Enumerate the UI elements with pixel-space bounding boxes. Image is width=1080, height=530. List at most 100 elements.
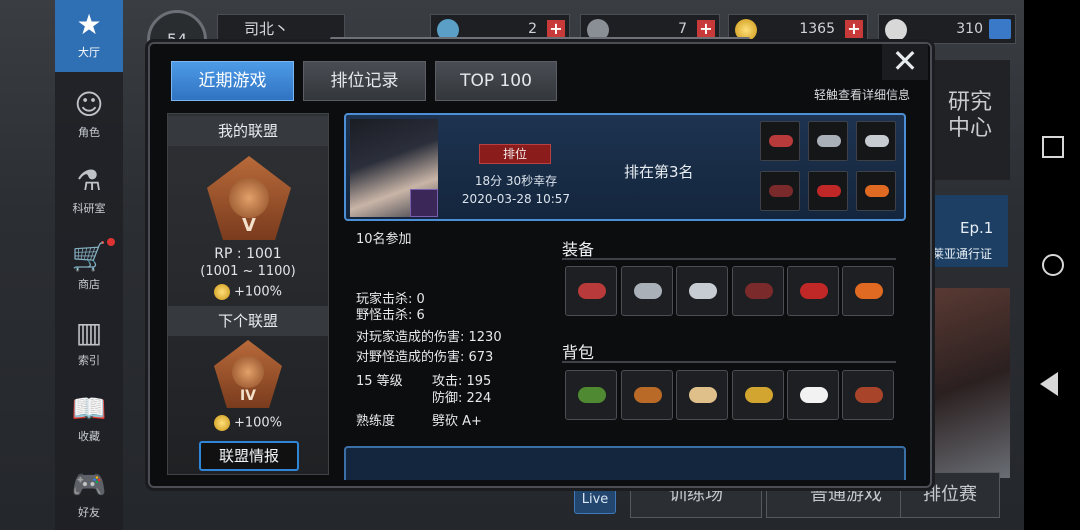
nav-label: 收藏 xyxy=(78,430,100,443)
game-screen: 研究 中心 Ep.1 莱亚通行证 训练场 普通游戏 排位赛 Live ★ 大厅 … xyxy=(0,0,1080,530)
research-center-card[interactable]: 研究 中心 xyxy=(930,60,1010,180)
nav-shop[interactable]: 🛒 商店 xyxy=(55,232,123,304)
tab-ranked-records[interactable]: 排位记录 xyxy=(303,61,426,101)
player-damage: 对玩家造成的伤害: 1230 xyxy=(356,330,502,345)
defense: 防御: 224 xyxy=(432,391,492,406)
gauntlet-icon xyxy=(760,171,800,211)
nav-label: 大厅 xyxy=(78,46,100,59)
match-card[interactable]: 排位 18分 30秒幸存 2020-03-28 10:57 排在第3名 xyxy=(344,113,906,221)
match-detail: 10名参加 玩家击杀: 0 野怪击杀: 6 对玩家造成的伤害: 1230 对野怪… xyxy=(344,224,906,438)
my-league-title: 我的联盟 xyxy=(168,116,328,146)
next-rank-numeral: IV xyxy=(239,388,257,404)
left-nav: ★ 大厅 ☺ 角色 ⚗ 科研室 🛒 商店 ▥ 索引 📖 收藏 🎮 好友 xyxy=(55,0,123,530)
ranked-tag: 排位 xyxy=(479,144,551,164)
bp-resource[interactable]: 310 xyxy=(878,14,1016,44)
crab-icon[interactable] xyxy=(842,370,894,420)
boots-icon[interactable] xyxy=(787,266,839,316)
armor-icon xyxy=(856,121,896,161)
nav-lab[interactable]: ⚗ 科研室 xyxy=(55,156,123,228)
nav-friends[interactable]: 🎮 好友 xyxy=(55,460,123,530)
lion-icon xyxy=(232,356,264,388)
medkit-icon[interactable] xyxy=(787,370,839,420)
dish-icon[interactable] xyxy=(676,370,728,420)
nav-label: 索引 xyxy=(78,354,100,367)
book-icon xyxy=(989,19,1011,39)
system-nav xyxy=(1024,0,1080,530)
divider xyxy=(562,258,896,260)
recents-icon[interactable] xyxy=(1042,136,1064,158)
survival-time: 18分 30秒幸存 xyxy=(474,174,558,188)
monster-kills: 野怪击杀: 6 xyxy=(356,308,425,323)
add-icon[interactable]: + xyxy=(845,20,863,38)
gauntlet-icon[interactable] xyxy=(732,266,784,316)
next-coin-bonus: +100% xyxy=(168,415,328,431)
match-datetime: 2020-03-28 10:57 xyxy=(461,192,571,206)
helmet-icon xyxy=(808,121,848,161)
nav-lobby[interactable]: ★ 大厅 xyxy=(55,0,123,72)
monster-damage: 对野怪造成的伤害: 673 xyxy=(356,350,494,365)
league-panel: 我的联盟 V RP : 1001 (1001 ~ 1100) +100% 下个联… xyxy=(167,113,329,475)
tab-top-100[interactable]: TOP 100 xyxy=(435,61,557,101)
mastery-value: 劈砍 A+ xyxy=(432,414,482,429)
bp-value: 310 xyxy=(956,21,983,37)
divider xyxy=(562,361,896,363)
skill-badge-icon xyxy=(410,189,438,217)
notification-dot xyxy=(107,238,115,246)
league-info-button[interactable]: 联盟情报 xyxy=(199,441,299,471)
blade-icon[interactable] xyxy=(565,266,617,316)
gamepad-icon: 🎮 xyxy=(71,468,107,501)
placement: 排在第3名 xyxy=(624,163,694,181)
helmet-icon[interactable] xyxy=(621,266,673,316)
live-button[interactable]: Live xyxy=(574,486,616,514)
league-rank-numeral: V xyxy=(242,215,256,236)
nav-character[interactable]: ☺ 角色 xyxy=(55,80,123,152)
coin-bonus: +100% xyxy=(168,284,328,300)
next-league-title: 下个联盟 xyxy=(168,306,328,336)
rp-range: (1001 ~ 1100) xyxy=(200,264,296,279)
ep-title: Ep.1 xyxy=(960,219,994,237)
coin-value: 1365 xyxy=(799,21,835,37)
star-logo-icon: ★ xyxy=(76,8,102,41)
back-icon[interactable] xyxy=(1040,372,1058,396)
accessory-icon xyxy=(856,171,896,211)
resource-1-value: 2 xyxy=(528,21,537,37)
nav-collection[interactable]: 📖 收藏 xyxy=(55,384,123,456)
lion-emblem-icon: IV xyxy=(214,340,282,408)
cart-icon: 🛒 xyxy=(71,240,107,273)
coin-icon xyxy=(213,284,230,300)
participants: 10名参加 xyxy=(356,232,412,247)
close-icon[interactable]: ✕ xyxy=(882,44,928,80)
accessory-icon[interactable] xyxy=(842,266,894,316)
potato-icon[interactable] xyxy=(732,370,784,420)
bag-title: 背包 xyxy=(562,343,595,362)
boots-icon xyxy=(808,171,848,211)
armor-icon[interactable] xyxy=(676,266,728,316)
tab-recent-games[interactable]: 近期游戏 xyxy=(171,61,294,101)
tap-hint: 轻触查看详细信息 xyxy=(813,88,910,102)
add-icon[interactable]: + xyxy=(547,20,565,38)
equipment-title: 装备 xyxy=(562,240,595,259)
character-icon: ☺ xyxy=(74,88,104,121)
nav-label: 角色 xyxy=(78,126,100,139)
coin-bonus-text: +100% xyxy=(233,284,283,300)
rp-value: RP : 1001 xyxy=(214,246,282,262)
nav-index[interactable]: ▥ 索引 xyxy=(55,308,123,380)
herb-icon[interactable] xyxy=(565,370,617,420)
research-center-label: 研究 中心 xyxy=(947,90,992,141)
flask-icon: ⚗ xyxy=(76,164,102,197)
ep-subtitle: 莱亚通行证 xyxy=(932,247,993,261)
next-match-card[interactable] xyxy=(344,446,906,480)
battle-pass-card[interactable]: Ep.1 莱亚通行证 xyxy=(928,195,1008,267)
username[interactable]: 司北丶 xyxy=(217,14,345,44)
mastery-label: 熟练度 xyxy=(356,414,396,429)
home-icon[interactable] xyxy=(1042,254,1064,276)
bp-icon xyxy=(885,19,907,41)
resource-2-value: 7 xyxy=(678,21,687,37)
add-icon[interactable]: + xyxy=(697,20,715,38)
next-coin-bonus-text: +100% xyxy=(233,415,283,431)
level: 15 等级 xyxy=(356,374,403,389)
nav-label: 商店 xyxy=(78,278,100,291)
nav-label: 好友 xyxy=(78,506,100,519)
coin-icon xyxy=(213,415,230,431)
bread-icon[interactable] xyxy=(621,370,673,420)
